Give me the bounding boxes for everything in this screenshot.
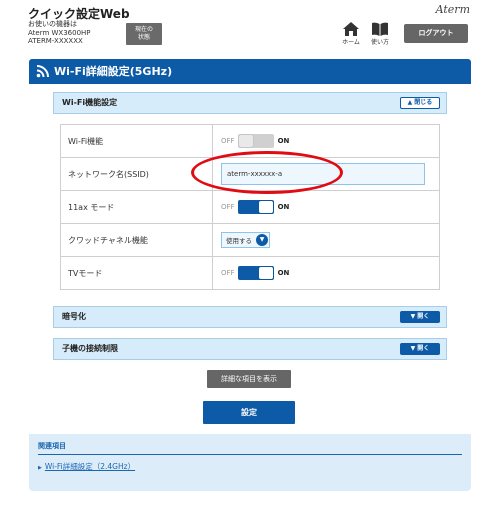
toggle-on-label: ON bbox=[277, 203, 290, 211]
show-details-button[interactable]: 詳細な項目を表示 bbox=[207, 370, 291, 388]
expand-button[interactable]: ▼ 開く bbox=[400, 343, 440, 355]
toggle-knob[interactable] bbox=[238, 135, 253, 147]
expand-label: 開く bbox=[417, 313, 430, 320]
section-child-title: 子機の接続制限 bbox=[62, 344, 118, 353]
collapse-button[interactable]: ▲ 閉じる bbox=[400, 97, 440, 109]
toggle-knob[interactable] bbox=[258, 267, 273, 279]
chevron-down-icon: ▼ bbox=[256, 234, 268, 246]
row-label: 11ax モード bbox=[60, 190, 213, 224]
chevron-down-icon: ▼ bbox=[410, 345, 416, 352]
expand-button[interactable]: ▼ 開く bbox=[400, 311, 440, 323]
select-value: 使用する bbox=[226, 237, 252, 245]
triangle-right-icon: ▶ bbox=[38, 465, 42, 471]
home-button[interactable]: ホーム bbox=[339, 22, 363, 46]
page-title-banner: Wi-Fi詳細設定(5GHz) bbox=[29, 59, 471, 84]
row-label: ネットワーク名(SSID) bbox=[60, 157, 213, 191]
toggle-track[interactable] bbox=[237, 134, 274, 148]
ssid-input[interactable] bbox=[221, 163, 425, 185]
related-items-panel: 関連項目 ▶ Wi-Fi詳細設定（2.4GHz） bbox=[29, 434, 471, 491]
section-encryption-title: 暗号化 bbox=[62, 312, 86, 321]
chevron-down-icon: ▼ bbox=[410, 313, 416, 320]
row-label: Wi-Fi機能 bbox=[60, 124, 213, 158]
help-button[interactable]: 使い方 bbox=[368, 22, 392, 46]
tv-mode-toggle[interactable]: OFF ON bbox=[221, 266, 289, 280]
table-row: ネットワーク名(SSID) bbox=[60, 157, 440, 191]
device-info: お使いの機器は Aterm WX3600HP ATERM-XXXXXX bbox=[28, 20, 91, 46]
table-row: Wi-Fi機能 OFF ON bbox=[60, 124, 440, 158]
brand-logo: Aterm bbox=[435, 3, 470, 16]
logout-button[interactable]: ログアウト bbox=[404, 24, 468, 43]
divider bbox=[38, 454, 462, 455]
section-wifi-function[interactable]: Wi-Fi機能設定 ▲ 閉じる bbox=[53, 92, 447, 114]
11ax-mode-toggle[interactable]: OFF ON bbox=[221, 200, 289, 214]
book-icon bbox=[372, 22, 388, 36]
section-child-limit[interactable]: 子機の接続制限 ▼ 開く bbox=[53, 338, 447, 360]
quad-channel-select[interactable]: 使用する ▼ bbox=[221, 232, 270, 248]
wifi-icon bbox=[36, 65, 49, 78]
row-label: クワッドチャネル機能 bbox=[60, 223, 213, 257]
table-row: 11ax モード OFF ON bbox=[60, 190, 440, 224]
section-wifi-title: Wi-Fi機能設定 bbox=[62, 98, 118, 107]
device-ssid: ATERM-XXXXXX bbox=[28, 37, 83, 45]
toggle-off-label: OFF bbox=[221, 269, 235, 277]
toggle-off-label: OFF bbox=[221, 137, 235, 145]
section-encryption[interactable]: 暗号化 ▼ 開く bbox=[53, 306, 447, 328]
table-row: クワッドチャネル機能 使用する ▼ bbox=[60, 223, 440, 257]
header: クイック設定Web お使いの機器は Aterm WX3600HP ATERM-X… bbox=[0, 0, 500, 52]
related-link-label: Wi-Fi詳細設定（2.4GHz） bbox=[44, 462, 136, 471]
toggle-off-label: OFF bbox=[221, 203, 235, 211]
current-status-button[interactable]: 現在の 状態 bbox=[126, 23, 162, 45]
toggle-on-label: ON bbox=[277, 269, 290, 277]
device-model: Aterm WX3600HP bbox=[28, 28, 91, 37]
submit-button[interactable]: 設定 bbox=[203, 401, 295, 424]
row-label: TVモード bbox=[60, 256, 213, 290]
related-link-wifi-24ghz[interactable]: ▶ Wi-Fi詳細設定（2.4GHz） bbox=[38, 461, 135, 472]
help-label: 使い方 bbox=[370, 39, 389, 46]
related-title: 関連項目 bbox=[38, 442, 66, 450]
wifi-function-toggle[interactable]: OFF ON bbox=[221, 134, 289, 148]
toggle-track[interactable] bbox=[237, 200, 274, 214]
home-label: ホーム bbox=[342, 39, 360, 46]
page-title: Wi-Fi詳細設定(5GHz) bbox=[54, 65, 173, 78]
collapse-label: 閉じる bbox=[414, 99, 433, 106]
device-caption: お使いの機器は bbox=[28, 20, 77, 28]
toggle-knob[interactable] bbox=[258, 201, 273, 213]
chevron-up-icon: ▲ bbox=[407, 99, 413, 106]
toggle-track[interactable] bbox=[237, 266, 274, 280]
home-icon bbox=[343, 22, 359, 36]
toggle-on-label: ON bbox=[277, 137, 290, 145]
table-row: TVモード OFF ON bbox=[60, 256, 440, 290]
expand-label: 開く bbox=[417, 345, 430, 352]
wifi-settings-table: Wi-Fi機能 OFF ON ネットワーク名(SSID) 11ax モード OF… bbox=[60, 124, 440, 290]
